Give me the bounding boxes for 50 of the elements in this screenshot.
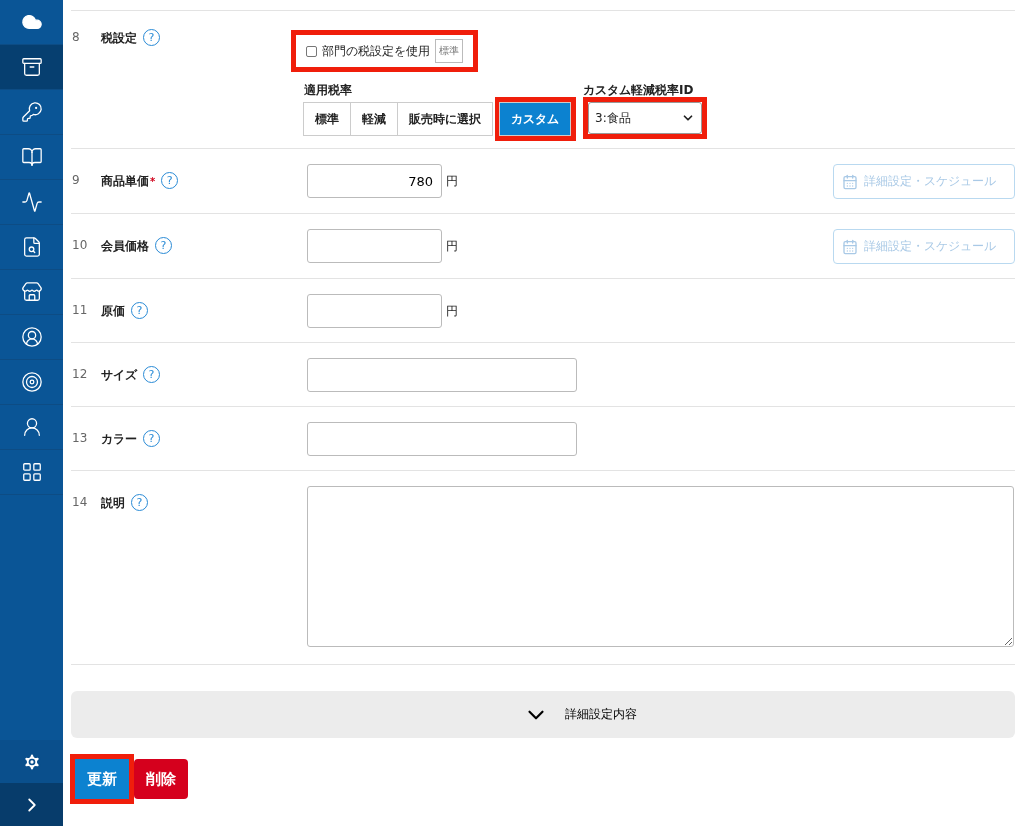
archive-icon xyxy=(20,56,43,78)
grid-icon xyxy=(20,461,43,483)
row-number: 14 xyxy=(71,494,89,511)
row-number: 12 xyxy=(71,366,89,383)
price-field[interactable] xyxy=(307,294,442,328)
rate-tab[interactable]: 販売時に選択 xyxy=(397,102,493,136)
calendar-icon xyxy=(842,173,858,190)
update-button[interactable]: 更新 xyxy=(70,754,134,804)
checkbox-text: 部門の税設定を使用 xyxy=(322,42,430,60)
delete-button[interactable]: 削除 xyxy=(134,759,188,799)
row-number: 11 xyxy=(71,302,89,319)
row-number: 10 xyxy=(71,237,89,254)
text-field[interactable] xyxy=(307,358,577,392)
store-icon xyxy=(20,281,43,303)
row-number: 8 xyxy=(71,30,81,46)
field-label: 商品単価* xyxy=(101,173,156,190)
text-field[interactable] xyxy=(307,422,577,456)
user-circle-icon xyxy=(20,326,43,348)
details-toggle[interactable]: 詳細設定内容 xyxy=(71,691,1015,738)
row-number: 9 xyxy=(71,172,81,189)
checkbox[interactable] xyxy=(306,45,317,57)
rate-select[interactable]: 3:食品 xyxy=(588,102,702,134)
description-field[interactable] xyxy=(307,486,1014,647)
sidebar-item[interactable] xyxy=(0,45,63,90)
required-mark: * xyxy=(150,176,156,187)
field-label: 税設定 xyxy=(101,30,137,47)
rate-tab[interactable]: 標準 xyxy=(303,102,351,136)
settings-button[interactable] xyxy=(0,740,63,783)
yen-unit: 円 xyxy=(446,303,458,320)
field-label: 原価 xyxy=(101,303,125,320)
book-icon xyxy=(20,146,43,168)
field-label: 会員価格 xyxy=(101,238,149,255)
rate-tab[interactable]: 軽減 xyxy=(350,102,398,136)
rate-tab[interactable]: カスタム xyxy=(499,102,571,136)
tax-badge: 標準 xyxy=(435,39,463,63)
field-label: 説明 xyxy=(101,495,125,512)
yen-unit: 円 xyxy=(446,238,458,255)
target-icon xyxy=(20,371,43,393)
checkbox-label[interactable]: 部門の税設定を使用 標準 xyxy=(296,35,473,67)
custom-rate-heading: カスタム軽減税率ID xyxy=(583,82,695,99)
field-label: サイズ xyxy=(101,367,137,384)
field-label: カラー xyxy=(101,431,137,448)
price-field[interactable]: 780 xyxy=(307,164,442,198)
yen-unit: 円 xyxy=(446,173,458,190)
price-field[interactable] xyxy=(307,229,442,263)
chart-line-icon xyxy=(20,191,43,213)
key-icon xyxy=(20,101,43,123)
row-number: 13 xyxy=(71,430,89,447)
rate-heading: 適用税率 xyxy=(304,82,353,99)
calendar-icon xyxy=(842,238,858,255)
